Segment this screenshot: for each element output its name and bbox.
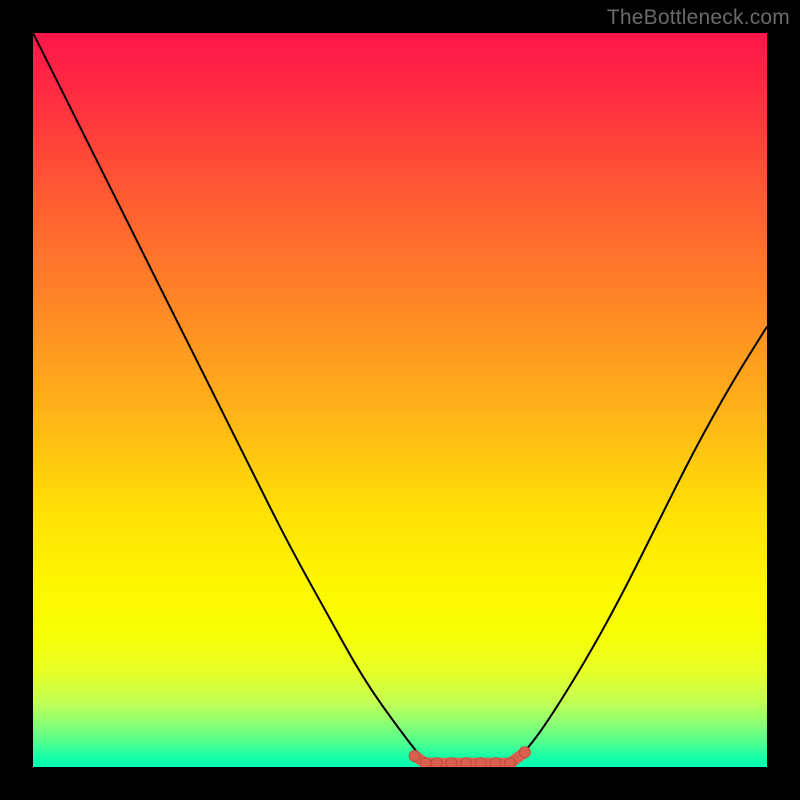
bottleneck-curve [33, 33, 767, 763]
min-region-marker [431, 758, 442, 767]
min-region-marker [519, 747, 530, 758]
min-region-marker [475, 758, 486, 767]
min-region-marker [420, 758, 431, 767]
watermark-text: TheBottleneck.com [607, 6, 790, 30]
min-region-marker [461, 758, 472, 767]
plot-area [33, 33, 767, 767]
min-region-marker [446, 758, 457, 767]
chart-frame: TheBottleneck.com [0, 0, 800, 800]
min-region-marker [409, 751, 420, 762]
bottleneck-curve-layer [33, 33, 767, 767]
min-region-markers [409, 747, 530, 767]
min-region-marker [505, 758, 516, 767]
min-region-marker [490, 758, 501, 767]
